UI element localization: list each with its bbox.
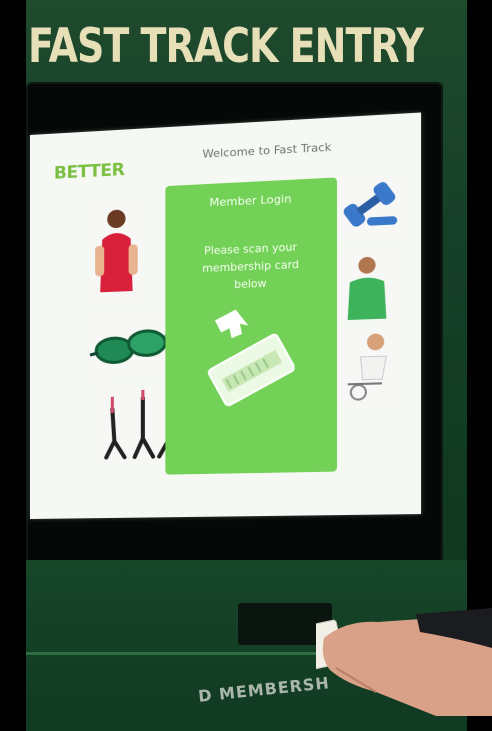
welcome-title: Welcome to Fast Track: [202, 140, 332, 161]
member-login-title: Member Login: [209, 192, 292, 210]
better-logo: BETTER: [53, 159, 125, 184]
photo-dumbbells: [339, 176, 404, 238]
scan-card-arrow-icon: [207, 309, 295, 408]
photo-woman-red-top: [92, 203, 143, 299]
kiosk-header: FAST TRACK ENTRY: [28, 18, 424, 73]
scan-card-instruction: Please scan your membership card below: [202, 241, 299, 292]
photo-cycling-class: [339, 326, 400, 404]
hand-holding-card: [316, 608, 492, 716]
photo-swim-goggles: [88, 316, 170, 378]
member-login-panel[interactable]: Member Login Please scan your membership…: [165, 177, 337, 475]
photo-man-green-shirt: [339, 249, 395, 321]
touch-screen[interactable]: BETTER Welcome to Fast Track Member Logi…: [30, 112, 422, 519]
